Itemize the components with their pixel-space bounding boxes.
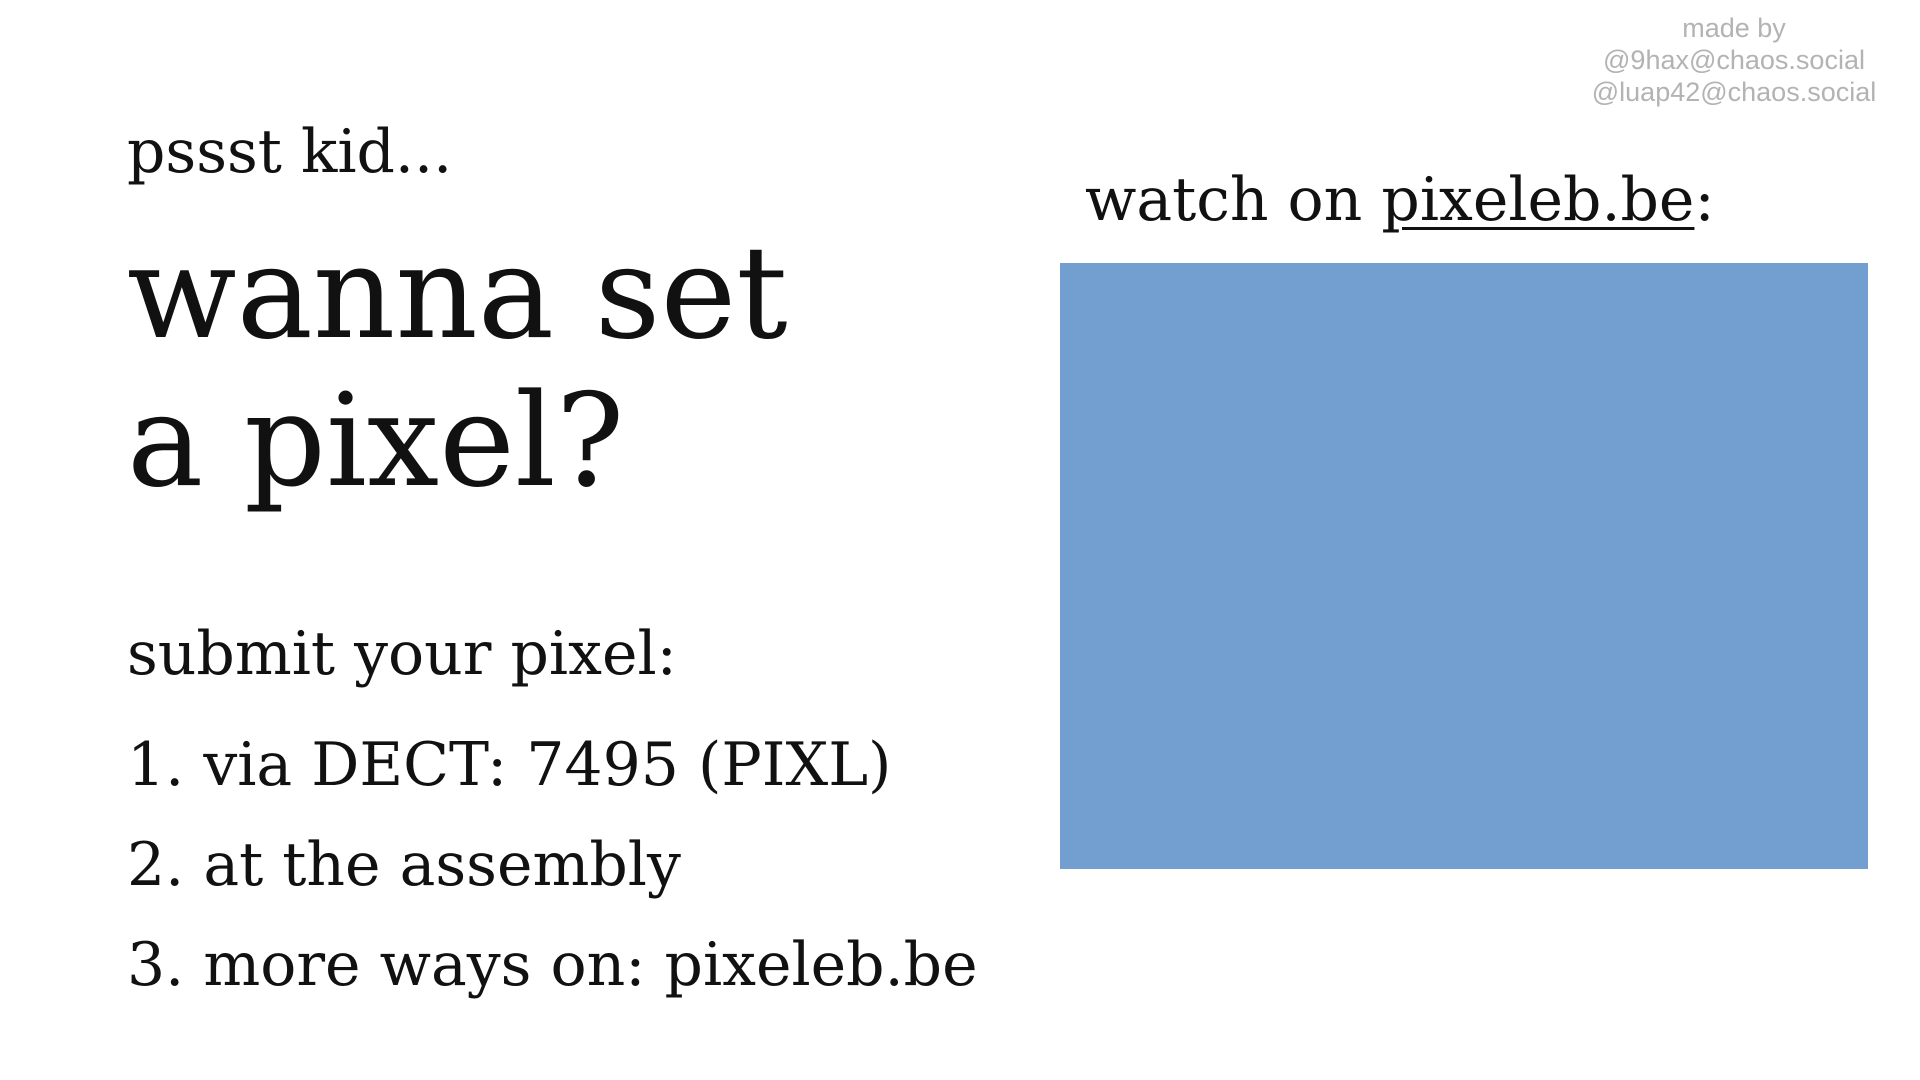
credits: made by @9hax@chaos.social @luap42@chaos… bbox=[1574, 12, 1894, 108]
watch-link[interactable]: pixeleb.be bbox=[1381, 165, 1694, 235]
pixel-canvas-preview bbox=[1060, 263, 1868, 869]
watch-suffix: : bbox=[1694, 165, 1715, 235]
submit-title: submit your pixel: bbox=[127, 619, 677, 689]
teaser-text: pssst kid... bbox=[127, 117, 453, 187]
credits-made-by: made by bbox=[1682, 13, 1786, 43]
submit-step-more-ways: 3. more ways on: pixeleb.be bbox=[127, 930, 978, 1000]
submit-steps-list: 1. via DECT: 7495 (PIXL) 2. at the assem… bbox=[127, 715, 978, 1015]
left-panel: pssst kid... wanna set a pixel? submit y… bbox=[127, 0, 1057, 1080]
credits-author-2: @luap42@chaos.social bbox=[1591, 77, 1877, 107]
submit-step-dect: 1. via DECT: 7495 (PIXL) bbox=[127, 730, 892, 800]
watch-heading: watch on pixeleb.be: bbox=[1085, 160, 1715, 240]
headline-line-2: a pixel? bbox=[127, 367, 625, 516]
credits-author-1: @9hax@chaos.social bbox=[1603, 45, 1865, 75]
submit-step-assembly: 2. at the assembly bbox=[127, 830, 681, 900]
headline: wanna set a pixel? bbox=[127, 220, 788, 516]
headline-line-1: wanna set bbox=[127, 219, 788, 368]
watch-prefix: watch on bbox=[1085, 165, 1382, 235]
